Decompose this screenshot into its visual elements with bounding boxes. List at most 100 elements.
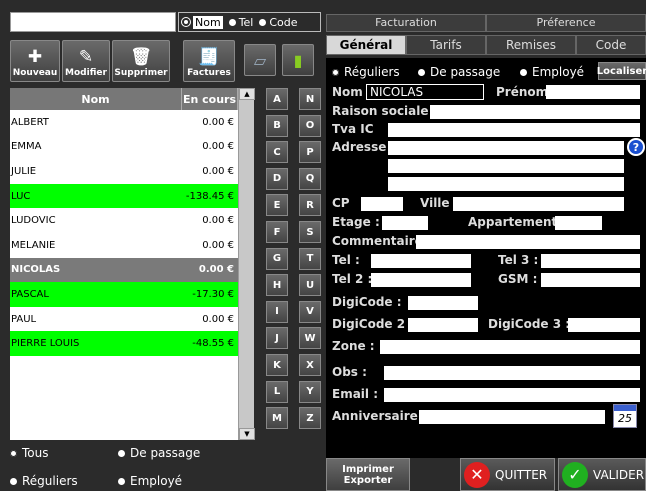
table-row[interactable]: NICOLAS 0.00 € xyxy=(10,257,238,283)
letter-button-g[interactable]: G xyxy=(266,247,288,270)
digicode3-field[interactable] xyxy=(568,318,640,332)
type-regular[interactable]: Réguliers xyxy=(332,65,400,79)
city-label: Ville xyxy=(420,196,450,210)
letter-button-d[interactable]: D xyxy=(266,167,288,190)
letter-button-h[interactable]: H xyxy=(266,274,288,297)
letter-button-v[interactable]: V xyxy=(299,300,321,323)
locate-button[interactable]: Localiser xyxy=(597,62,646,80)
phone3-field[interactable] xyxy=(541,254,640,268)
postal-code-field[interactable] xyxy=(361,197,403,211)
new-button[interactable]: ✚ Nouveau xyxy=(10,40,60,82)
table-row[interactable]: PIERRE LOUIS -48.55 € xyxy=(10,331,238,356)
letter-button-m[interactable]: M xyxy=(266,407,288,430)
company-field[interactable] xyxy=(430,105,640,119)
email-field[interactable] xyxy=(384,388,640,402)
letter-button-z[interactable]: Z xyxy=(299,407,321,430)
letter-button-q[interactable]: Q xyxy=(299,167,321,190)
search-mode-code[interactable]: Code xyxy=(259,16,298,29)
letter-button-y[interactable]: Y xyxy=(299,380,321,403)
floor-field[interactable] xyxy=(382,216,428,230)
search-input[interactable] xyxy=(10,12,176,32)
phone-field[interactable] xyxy=(371,254,471,268)
tab-code[interactable]: Code xyxy=(576,35,646,55)
letter-button-r[interactable]: R xyxy=(299,194,321,217)
table-scrollbar[interactable]: ▲ ▼ xyxy=(238,88,255,440)
table-row[interactable]: JULIE 0.00 € xyxy=(10,159,238,184)
filter-employee[interactable]: Employé xyxy=(118,474,182,488)
table-row[interactable]: EMMA 0.00 € xyxy=(10,135,238,160)
first-name-field[interactable] xyxy=(546,85,640,99)
digicode2-field[interactable] xyxy=(408,318,478,332)
type-employee[interactable]: Employé xyxy=(520,65,584,79)
address-book-button[interactable]: ▮ xyxy=(282,44,314,76)
tab-preferences[interactable]: Préference xyxy=(486,14,646,32)
tab-billing[interactable]: Facturation xyxy=(326,14,486,32)
letter-button-s[interactable]: S xyxy=(299,221,321,243)
quit-button[interactable]: ✕ QUITTER xyxy=(460,458,555,491)
phone2-field[interactable] xyxy=(371,273,471,287)
column-header-balance[interactable]: En cours xyxy=(182,88,238,110)
table-row[interactable]: MELANIE 0.00 € xyxy=(10,233,238,258)
delete-button[interactable]: 🗑 Supprimer xyxy=(112,40,170,82)
table-row[interactable]: PASCAL -17.30 € xyxy=(10,282,238,307)
search-mode-tel[interactable]: Tel xyxy=(228,16,253,29)
phone2-label: Tel 2 : xyxy=(332,272,373,286)
type-passing[interactable]: De passage xyxy=(418,65,500,79)
letter-button-a[interactable]: A xyxy=(266,88,288,110)
validate-button[interactable]: ✓ VALIDER xyxy=(558,458,646,491)
letter-button-t[interactable]: T xyxy=(299,247,321,270)
column-header-name[interactable]: Nom xyxy=(10,88,182,110)
letter-button-f[interactable]: F xyxy=(266,221,288,243)
comment-field[interactable] xyxy=(416,235,640,249)
notes-field[interactable] xyxy=(384,366,640,380)
table-row[interactable]: PAUL 0.00 € xyxy=(10,307,238,332)
letter-button-j[interactable]: J xyxy=(266,327,288,350)
letter-button-p[interactable]: P xyxy=(299,141,321,164)
filter-regular[interactable]: Réguliers xyxy=(10,474,78,488)
zone-field[interactable] xyxy=(380,340,640,354)
scroll-down-icon[interactable]: ▼ xyxy=(239,428,255,440)
scroll-up-icon[interactable]: ▲ xyxy=(239,88,255,100)
address-field-3[interactable] xyxy=(388,177,624,191)
letter-button-c[interactable]: C xyxy=(266,141,288,164)
balance-cell: 0.00 € xyxy=(202,215,234,227)
radio-dot-icon xyxy=(520,68,527,76)
table-row[interactable]: LUDOVIC 0.00 € xyxy=(10,208,238,233)
letter-button-e[interactable]: E xyxy=(266,194,288,217)
address-field-1[interactable] xyxy=(388,141,624,155)
calendar-icon[interactable]: 25 xyxy=(613,404,637,428)
letter-button-u[interactable]: U xyxy=(299,274,321,297)
letter-button-i[interactable]: I xyxy=(266,300,288,323)
search-mode-name[interactable]: Nom xyxy=(182,15,223,29)
tab-rates[interactable]: Tarifs xyxy=(406,35,486,55)
letter-button-n[interactable]: N xyxy=(299,88,321,110)
letter-button-x[interactable]: X xyxy=(299,354,321,376)
letter-button-w[interactable]: W xyxy=(299,327,321,350)
tab-discounts[interactable]: Remises xyxy=(486,35,576,55)
birthday-field[interactable] xyxy=(419,410,605,424)
vat-field[interactable] xyxy=(388,123,640,137)
letter-button-b[interactable]: B xyxy=(266,114,288,137)
table-row[interactable]: LUC -138.45 € xyxy=(10,183,238,209)
address-label: Adresse xyxy=(332,140,387,154)
radio-dot-icon xyxy=(10,449,17,457)
filter-passing[interactable]: De passage xyxy=(118,446,200,460)
invoices-button[interactable]: 🧾 Factures xyxy=(183,40,235,82)
table-row[interactable]: ALBERT 0.00 € xyxy=(10,110,238,135)
edit-button[interactable]: ✎ Modifier xyxy=(62,40,110,82)
tab-general[interactable]: Général xyxy=(326,35,406,55)
edit-icon: ✎ xyxy=(78,47,94,67)
last-name-field[interactable]: NICOLAS xyxy=(366,84,484,100)
mobile-field[interactable] xyxy=(541,273,640,287)
letter-button-o[interactable]: O xyxy=(299,114,321,137)
apartment-field[interactable] xyxy=(555,216,602,230)
address-field-2[interactable] xyxy=(388,159,624,173)
message-button[interactable]: ▱ xyxy=(244,44,276,76)
print-export-button[interactable]: Imprimer Exporter xyxy=(326,458,410,491)
digicode-field[interactable] xyxy=(408,296,478,310)
filter-all[interactable]: Tous xyxy=(10,446,49,460)
help-icon[interactable]: ? xyxy=(627,138,645,156)
city-field[interactable] xyxy=(453,197,624,211)
letter-button-k[interactable]: K xyxy=(266,354,288,376)
letter-button-l[interactable]: L xyxy=(266,380,288,403)
